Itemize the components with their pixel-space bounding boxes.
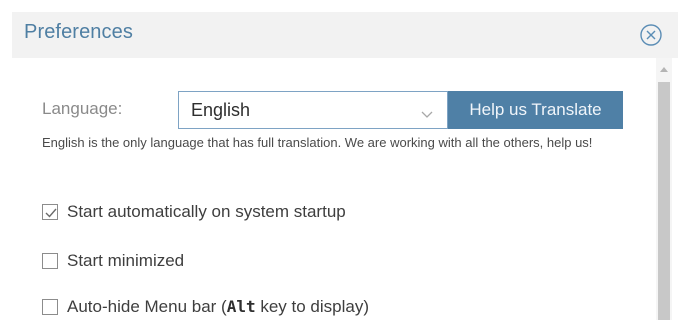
- vertical-scrollbar[interactable]: [656, 58, 672, 320]
- language-label: Language:: [42, 99, 123, 118]
- start-automatically-checkbox[interactable]: [42, 204, 58, 220]
- close-circle-icon: [640, 24, 662, 46]
- start-minimized-option[interactable]: Start minimized: [42, 249, 184, 273]
- preferences-panel: Language: English Help us Translate Engl…: [12, 58, 656, 320]
- chevron-down-icon: [421, 106, 433, 124]
- autohide-label-before: Auto-hide Menu bar (: [67, 297, 227, 316]
- start-minimized-checkbox[interactable]: [42, 253, 58, 269]
- dialog-titlebar: Preferences: [12, 12, 678, 58]
- alt-key: Alt: [226, 297, 256, 316]
- start-automatically-option[interactable]: Start automatically on system startup: [42, 200, 346, 224]
- autohide-menubar-checkbox[interactable]: [42, 299, 58, 315]
- checkmark-icon: [45, 208, 57, 218]
- autohide-label-after: key to display): [255, 297, 369, 316]
- language-select[interactable]: English: [178, 91, 448, 129]
- start-minimized-label: Start minimized: [67, 251, 185, 270]
- help-translate-button[interactable]: Help us Translate: [448, 91, 623, 129]
- autohide-menubar-label: Auto-hide Menu bar (Alt key to display): [67, 297, 369, 317]
- language-note: English is the only language that has fu…: [42, 135, 593, 150]
- scrollbar-thumb[interactable]: [658, 82, 670, 320]
- close-button[interactable]: [639, 23, 663, 47]
- dialog-title: Preferences: [24, 21, 133, 43]
- autohide-menubar-option[interactable]: Auto-hide Menu bar (Alt key to display): [42, 295, 369, 319]
- start-automatically-label: Start automatically on system startup: [67, 202, 346, 221]
- language-select-value: English: [191, 100, 251, 120]
- scroll-up-arrow-icon[interactable]: [656, 62, 672, 76]
